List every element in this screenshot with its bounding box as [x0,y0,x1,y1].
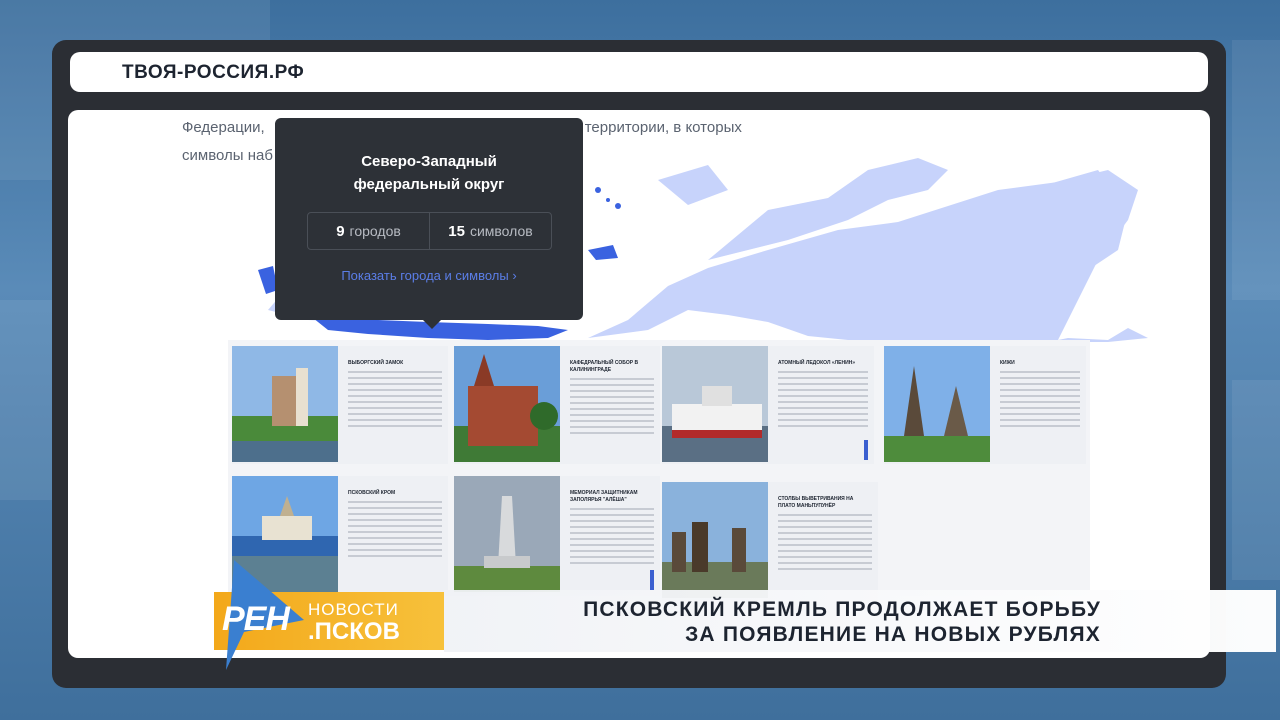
cathedral-photo [454,346,560,462]
symbol-card-lenin-icebreaker[interactable]: Атомный ледокол «Ленин» [662,346,874,464]
map-sea-shape [588,245,618,260]
alyosha-photo [454,476,560,592]
scroll-indicator [650,570,654,590]
kizhi-photo [884,346,990,462]
card-title: Мемориал защитникам Заполярья "Алёша" [570,490,638,503]
tooltip-stats: 9 городов 15 символов [307,212,552,250]
card-title: Столбы выветривания на плато Маньпупунёр [778,496,854,509]
map-dot [595,187,601,193]
chevron-right-icon: › [512,268,517,283]
symbol-card-manpupuner[interactable]: Столбы выветривания на плато Маньпупунёр [662,482,878,600]
news-headline-banner: ПСКОВСКИЙ КРЕМЛЬ ПРОДОЛЖАЕТ БОРЬБУ ЗА ПО… [444,590,1276,652]
channel-logo-text: РЕН [222,600,290,638]
ren-tv-logo: РЕН НОВОСТИ .ПСКОВ [204,560,444,670]
program-name-line1: НОВОСТИ [308,600,399,619]
tooltip-pointer [423,320,441,329]
url-text: ТВОЯ-РОССИЯ.РФ [122,62,305,83]
map-dot [615,203,621,209]
symbols-stat: 15 символов [429,213,551,249]
symbol-card-alyosha-memorial[interactable]: Мемориал защитникам Заполярья "Алёша" [454,476,660,594]
icebreaker-photo [662,346,768,462]
vyborg-castle-photo [232,346,338,462]
symbol-card-vyborg[interactable]: Выборгский замок [232,346,448,464]
symbol-card-kaliningrad[interactable]: Кафедральный собор в Калининграде [454,346,660,464]
scroll-indicator [864,440,868,460]
tooltip-title: Северо-Западный федеральный округ [353,153,505,193]
card-title: Кижи [1000,360,1015,366]
program-name-line2: .ПСКОВ [308,618,400,645]
map-dot [606,198,610,202]
symbol-card-kizhi[interactable]: Кижи [884,346,1086,464]
cities-stat: 9 городов [336,222,401,240]
card-title: Выборгский замок [348,360,404,366]
card-title: Атомный ледокол «Ленин» [778,360,856,366]
region-tooltip: Северо-Западный федеральный округ 9 город… [275,118,583,329]
show-cities-link[interactable]: Показать города и символы › [275,268,583,283]
card-title: Псковский кром [348,490,396,496]
symbols-grid: Выборгский замок Кафедральный собор в Ка… [228,340,1090,600]
headline-line2: ЗА ПОЯВЛЕНИЕ НА НОВЫХ РУБЛЯХ [685,623,1101,646]
map-region-arctic [658,165,728,205]
card-title: Кафедральный собор в Калининграде [570,360,639,373]
manpupuner-photo [662,482,768,598]
headline-line1: ПСКОВСКИЙ КРЕМЛЬ ПРОДОЛЖАЕТ БОРЬБУ [583,598,1101,621]
address-bar[interactable]: ТВОЯ-РОССИЯ.РФ [70,52,1208,92]
